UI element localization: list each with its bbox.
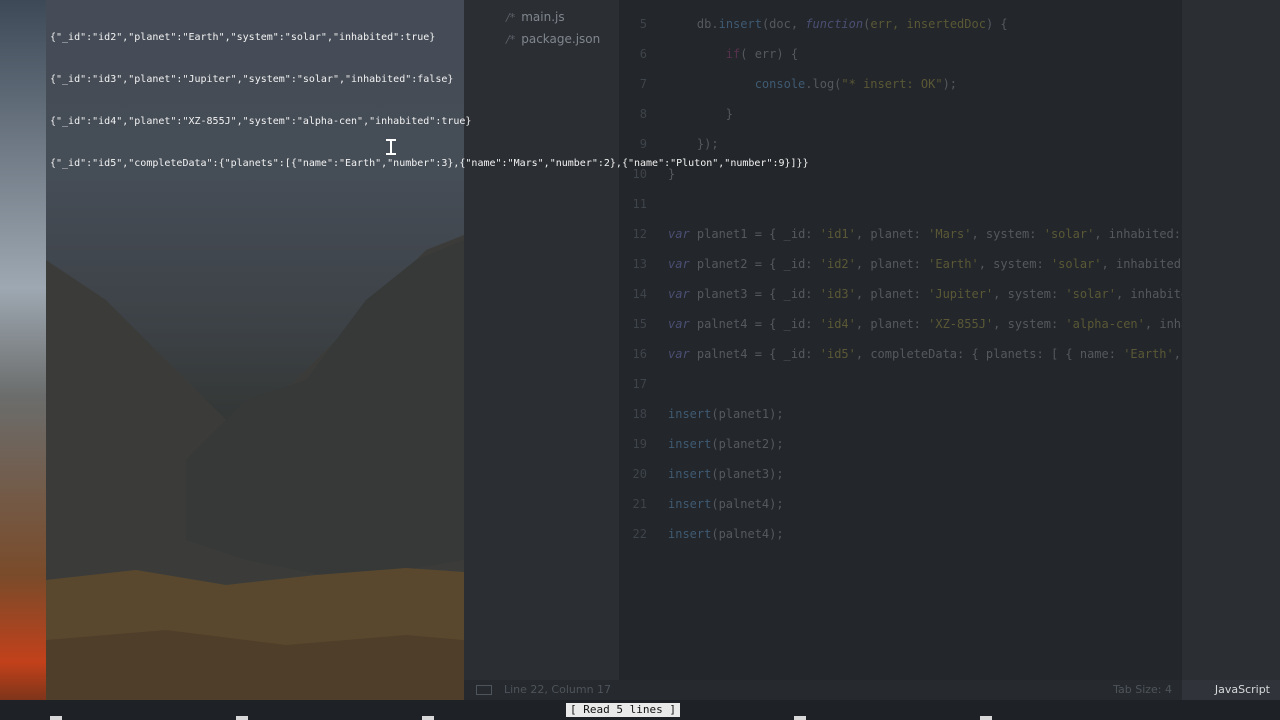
terminal-status-message: [ Read 5 lines ]	[566, 703, 680, 717]
shortcut-marker	[794, 716, 806, 720]
code-line: 21 insert(palnet4);	[619, 497, 1246, 512]
line-number: 15	[632, 317, 647, 331]
line-number: 14	[632, 287, 647, 301]
line-number: 17	[632, 377, 647, 391]
desktop-wallpaper-left-strip	[0, 0, 46, 720]
code-line: 20 insert(planet3);	[619, 467, 1246, 482]
line-number: 21	[632, 497, 647, 511]
text-cursor-icon	[386, 138, 396, 156]
code-line: 17	[619, 377, 1246, 392]
tab-size[interactable]: Tab Size: 4	[1113, 683, 1172, 696]
shortcut-marker	[236, 716, 248, 720]
terminal-output: {"_id":"id2","planet":"Earth","system":"…	[50, 3, 809, 185]
code-line: 18 insert(planet1);	[619, 407, 1246, 422]
code-line: 19 insert(planet2);	[619, 437, 1246, 452]
line-number: 19	[632, 437, 647, 451]
code-line: 14 var planet3 = { _id: 'id3', planet: 'J…	[619, 287, 1246, 302]
terminal-line: {"_id":"id4","planet":"XZ-855J","system"…	[50, 116, 472, 127]
shortcut-marker	[50, 716, 62, 720]
code-line: 22 insert(palnet4);	[619, 527, 1246, 542]
line-number: 13	[632, 257, 647, 271]
line-number: 11	[632, 197, 647, 211]
code-line: 12 var planet1 = { _id: 'id1', planet: 'M…	[619, 227, 1247, 242]
line-number: 16	[632, 347, 647, 361]
line-number: 12	[632, 227, 647, 241]
editor-status-bar: Line 22, Column 17 Tab Size: 4	[464, 680, 1182, 700]
code-line: 15 var palnet4 = { _id: 'id4', planet: 'X…	[619, 317, 1247, 332]
shortcut-marker	[980, 716, 992, 720]
desktop-wallpaper-right-strip	[1182, 0, 1280, 680]
line-number: 22	[632, 527, 647, 541]
shortcut-marker	[422, 716, 434, 720]
panel-toggle-icon[interactable]	[476, 685, 492, 695]
terminal-line: {"_id":"id3","planet":"Jupiter","system"…	[50, 74, 454, 85]
syntax-language[interactable]: JavaScript	[1182, 680, 1280, 700]
terminal-line: {"_id":"id5","completeData":{"planets":[…	[50, 158, 809, 169]
code-line: 16 var palnet4 = { _id: 'id5', completeDa…	[619, 347, 1246, 362]
terminal-line: {"_id":"id2","planet":"Earth","system":"…	[50, 32, 436, 43]
cursor-position[interactable]: Line 22, Column 17	[504, 683, 611, 696]
code-line: 11	[619, 197, 1246, 212]
code-line: 13 var planet2 = { _id: 'id2', planet: 'E…	[619, 257, 1247, 272]
line-number: 20	[632, 467, 647, 481]
line-number: 18	[632, 407, 647, 421]
